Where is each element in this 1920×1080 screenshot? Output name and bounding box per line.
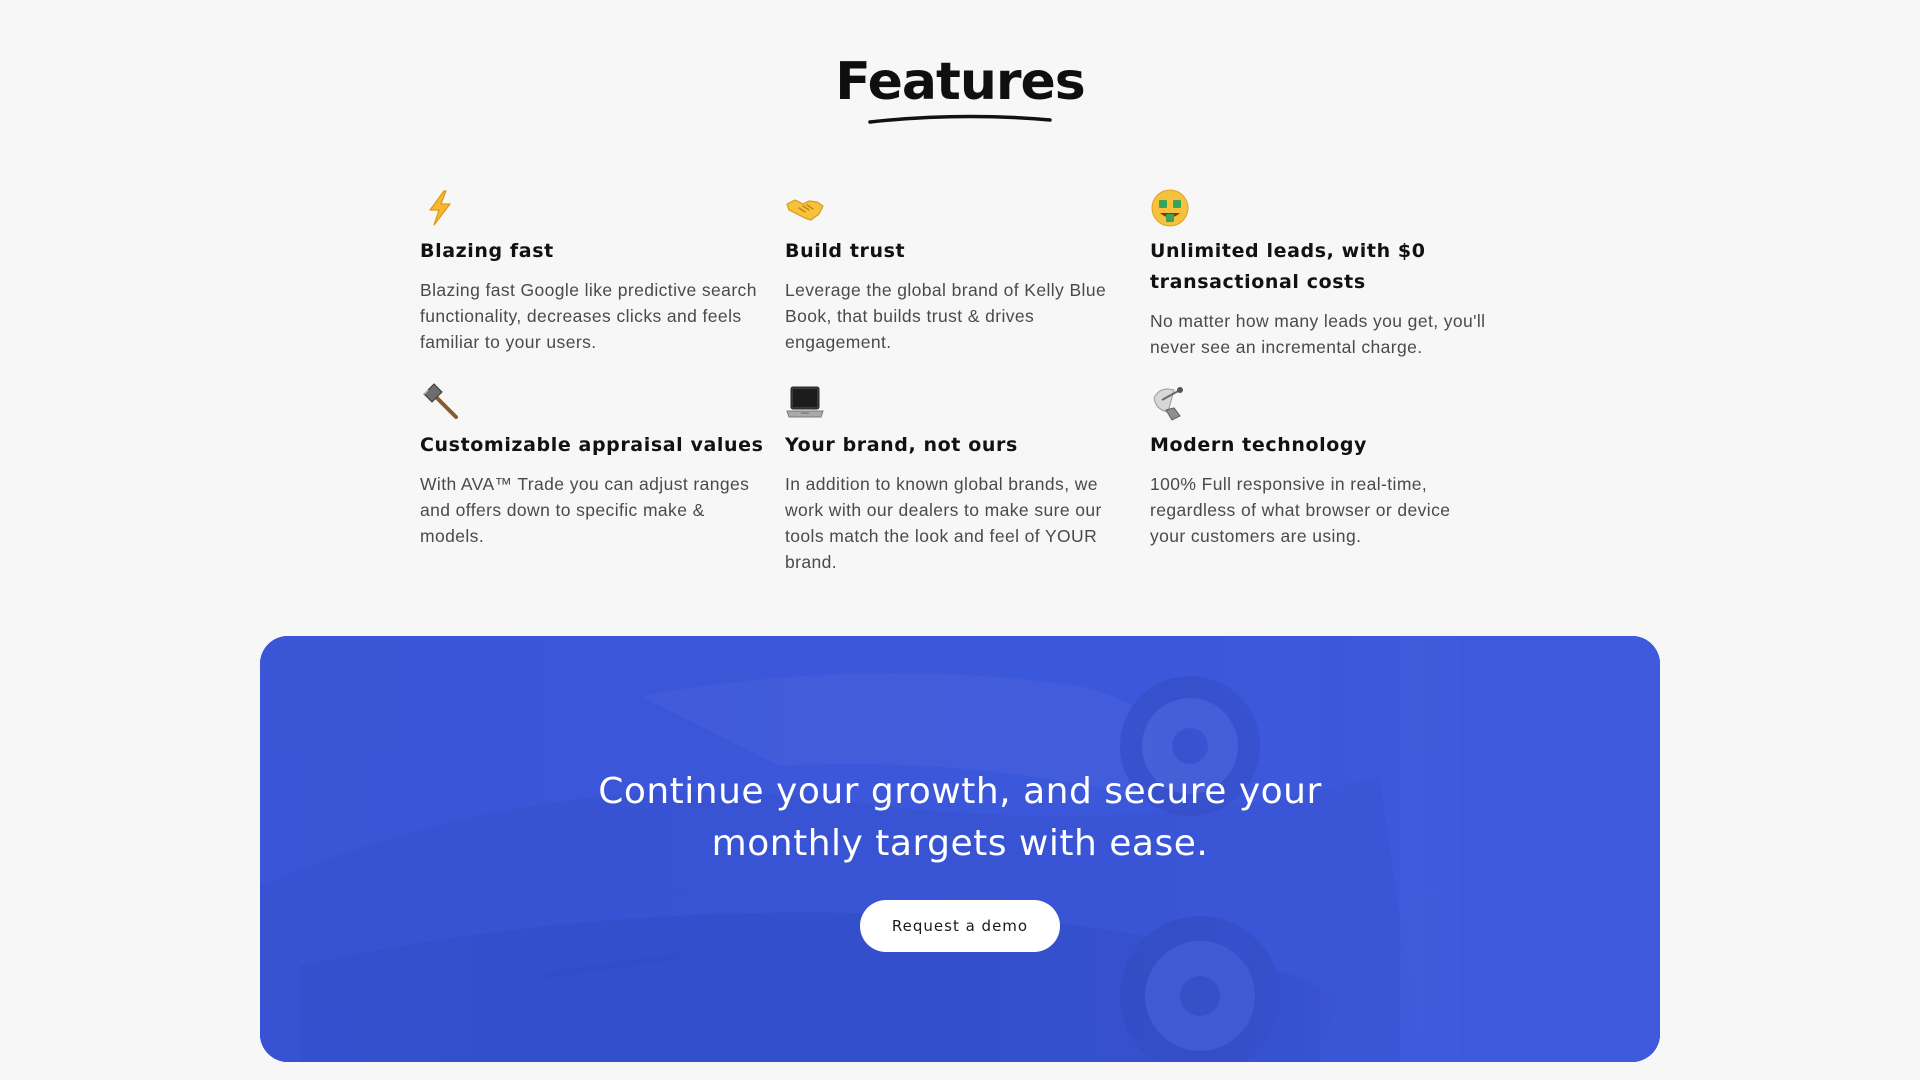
feature-title: Unlimited leads, with $0 transactional c…	[1150, 240, 1426, 293]
feature-title: Blazing fast	[420, 240, 554, 262]
satellite-dish-icon	[1150, 382, 1190, 422]
feature-unlimited-leads: Unlimited leads, with $0 transactional c…	[1150, 188, 1510, 360]
feature-description: With AVA™ Trade you can adjust ranges an…	[420, 474, 750, 546]
feature-title: Your brand, not ours	[785, 434, 1018, 456]
features-grid: Blazing fast Blazing fast Google like pr…	[420, 188, 1510, 575]
feature-your-brand: Your brand, not ours In addition to know…	[785, 382, 1150, 575]
feature-description: Blazing fast Google like predictive sear…	[420, 280, 757, 352]
section-title: Features	[835, 52, 1086, 112]
title-underline	[868, 114, 1052, 124]
laptop-icon	[785, 382, 825, 422]
feature-blazing-fast: Blazing fast Blazing fast Google like pr…	[420, 188, 785, 360]
feature-title: Customizable appraisal values	[420, 434, 764, 456]
feature-description: 100% Full responsive in real-time, regar…	[1150, 474, 1451, 546]
cta-content: Continue your growth, and secure your mo…	[260, 766, 1660, 952]
lightning-icon	[420, 188, 460, 228]
cta-banner: Continue your growth, and secure your mo…	[260, 636, 1660, 1062]
feature-customizable-appraisal: Customizable appraisal values With AVA™ …	[420, 382, 785, 575]
feature-description: No matter how many leads you get, you'll…	[1150, 311, 1486, 357]
feature-description: In addition to known global brands, we w…	[785, 474, 1102, 572]
handshake-icon	[785, 188, 825, 228]
cta-headline: Continue your growth, and secure your mo…	[598, 771, 1322, 864]
money-mouth-face-icon	[1150, 188, 1190, 228]
features-heading: Features	[0, 52, 1920, 128]
feature-title: Build trust	[785, 240, 906, 262]
feature-modern-technology: Modern technology 100% Full responsive i…	[1150, 382, 1510, 575]
page: Features Blazing fast Blazing fast Googl…	[0, 0, 1920, 1080]
feature-title: Modern technology	[1150, 434, 1368, 456]
hammer-icon	[420, 382, 460, 422]
feature-description: Leverage the global brand of Kelly Blue …	[785, 280, 1107, 352]
feature-build-trust: Build trust Leverage the global brand of…	[785, 188, 1150, 360]
request-demo-button[interactable]: Request a demo	[860, 900, 1060, 952]
